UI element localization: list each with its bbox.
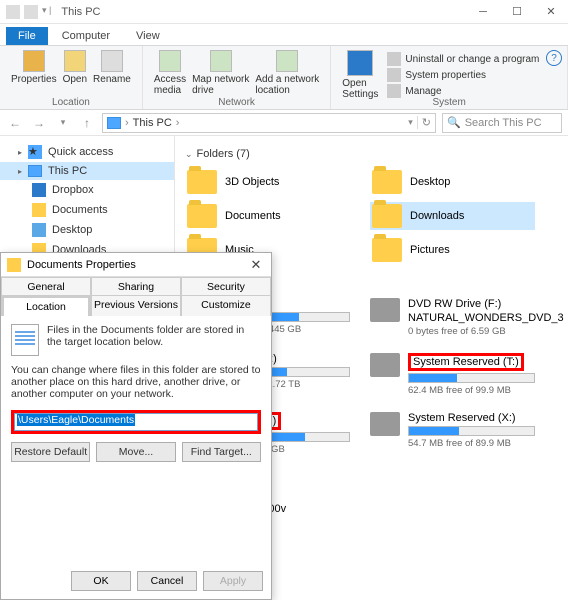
folder-item[interactable]: Documents bbox=[185, 202, 350, 230]
ok-button[interactable]: OK bbox=[71, 571, 131, 591]
sidebar-item-desktop[interactable]: Desktop bbox=[0, 220, 174, 240]
maximize-button[interactable]: ☐ bbox=[500, 0, 534, 24]
open-settings-button[interactable]: Open Settings bbox=[342, 50, 378, 100]
folder-item[interactable]: 3D Objects bbox=[185, 168, 350, 196]
refresh-icon[interactable]: ↻ bbox=[417, 116, 431, 129]
folder-item[interactable]: Pictures bbox=[370, 236, 535, 264]
ribbon-tabs: File Computer View bbox=[0, 24, 568, 46]
uninstall-button[interactable]: Uninstall or change a program bbox=[387, 52, 539, 66]
folder-label: Pictures bbox=[410, 244, 450, 256]
dialog-tab-customize[interactable]: Customize bbox=[181, 295, 271, 316]
folder-label: Documents bbox=[225, 210, 281, 222]
dialog-tab-security[interactable]: Security bbox=[181, 277, 271, 296]
apply-button[interactable]: Apply bbox=[203, 571, 263, 591]
ribbon: Properties Open Rename Location Access m… bbox=[0, 46, 568, 110]
folder-icon bbox=[372, 170, 402, 194]
tab-computer[interactable]: Computer bbox=[50, 27, 122, 45]
dialog-tab-location[interactable]: Location bbox=[1, 295, 91, 316]
dialog-close-button[interactable]: ✕ bbox=[247, 257, 265, 273]
location-path-input[interactable]: \Users\Eagle\Documents bbox=[14, 413, 258, 431]
add-location-button[interactable]: Add a network location bbox=[255, 50, 319, 96]
recent-button[interactable]: ▾ bbox=[54, 114, 72, 132]
folder-icon bbox=[7, 258, 21, 272]
rename-button[interactable]: Rename bbox=[93, 50, 131, 85]
drive-usage-bar bbox=[408, 426, 535, 436]
drive-freespace: 62.4 MB free of 99.9 MB bbox=[408, 385, 535, 396]
restore-default-button[interactable]: Restore Default bbox=[11, 442, 90, 462]
dialog-desc2: You can change where files in this folde… bbox=[11, 364, 261, 400]
drive-icon bbox=[370, 298, 400, 322]
sidebar-item-dropbox[interactable]: Dropbox bbox=[0, 180, 174, 200]
drive-icon bbox=[370, 412, 400, 436]
drive-freespace: 0 bytes free of 6.59 GB bbox=[408, 326, 564, 337]
properties-dialog: Documents Properties ✕ GeneralSharingSec… bbox=[0, 252, 272, 600]
folder-item[interactable]: Desktop bbox=[370, 168, 535, 196]
drive-icon bbox=[370, 353, 400, 377]
dialog-tab-sharing[interactable]: Sharing bbox=[91, 277, 181, 296]
drive-name: System Reserved (T:) bbox=[408, 353, 524, 371]
find-target-button[interactable]: Find Target... bbox=[182, 442, 261, 462]
sidebar-item-documents[interactable]: Documents bbox=[0, 200, 174, 220]
folder-label: Downloads bbox=[410, 210, 464, 222]
dialog-tab-general[interactable]: General bbox=[1, 277, 91, 296]
drive-item[interactable]: System Reserved (T:) 62.4 MB free of 99.9… bbox=[370, 353, 535, 396]
folder-icon bbox=[372, 238, 402, 262]
drive-usage-bar bbox=[408, 373, 535, 383]
sidebar-item-quick-access[interactable]: ▸★Quick access bbox=[0, 142, 174, 162]
folder-item[interactable]: Downloads bbox=[370, 202, 535, 230]
close-button[interactable]: ✕ bbox=[534, 0, 568, 24]
folder-label: Desktop bbox=[410, 176, 450, 188]
pc-icon bbox=[107, 117, 121, 129]
window-title: This PC bbox=[61, 6, 100, 18]
dialog-tab-previous-versions[interactable]: Previous Versions bbox=[91, 295, 181, 316]
move-button[interactable]: Move... bbox=[96, 442, 175, 462]
minimize-button[interactable]: ─ bbox=[466, 0, 500, 24]
up-button[interactable]: ↑ bbox=[78, 114, 96, 132]
drive-name: System Reserved (X:) bbox=[408, 412, 535, 424]
title-bar: ▾ | This PC ─ ☐ ✕ bbox=[0, 0, 568, 24]
search-icon: 🔍 bbox=[447, 116, 461, 129]
folder-icon bbox=[187, 204, 217, 228]
drive-item[interactable]: DVD RW Drive (F:)NATURAL_WONDERS_DVD_30 … bbox=[370, 298, 535, 337]
sidebar-item-this-pc[interactable]: ▸This PC bbox=[0, 162, 174, 180]
folder-label: 3D Objects bbox=[225, 176, 279, 188]
system-properties-button[interactable]: System properties bbox=[387, 68, 539, 82]
group-network: Network bbox=[143, 97, 330, 108]
open-button[interactable]: Open bbox=[63, 50, 87, 85]
breadcrumb[interactable]: › This PC › ▾ ↻ bbox=[102, 113, 436, 133]
back-button[interactable]: ← bbox=[6, 114, 24, 132]
drive-name: DVD RW Drive (F:) bbox=[408, 298, 564, 310]
map-drive-button[interactable]: Map network drive bbox=[192, 50, 249, 96]
app-icon bbox=[6, 5, 20, 19]
drive-freespace: 54.7 MB free of 89.9 MB bbox=[408, 438, 535, 449]
dialog-title: Documents Properties bbox=[27, 259, 136, 271]
tab-view[interactable]: View bbox=[124, 27, 172, 45]
address-bar: ← → ▾ ↑ › This PC › ▾ ↻ 🔍 Search This PC bbox=[0, 110, 568, 136]
forward-button[interactable]: → bbox=[30, 114, 48, 132]
folders-header[interactable]: ⌄Folders (7) bbox=[185, 148, 558, 160]
access-media-button[interactable]: Access media bbox=[154, 50, 186, 96]
drive-item[interactable]: System Reserved (X:) 54.7 MB free of 89.9… bbox=[370, 412, 535, 455]
group-system: System bbox=[331, 97, 567, 108]
folder-icon bbox=[372, 204, 402, 228]
document-icon bbox=[11, 324, 39, 356]
group-location: Location bbox=[0, 97, 142, 108]
search-input[interactable]: 🔍 Search This PC bbox=[442, 113, 562, 133]
cancel-button[interactable]: Cancel bbox=[137, 571, 197, 591]
manage-button[interactable]: Manage bbox=[387, 84, 539, 98]
tab-file[interactable]: File bbox=[6, 27, 48, 45]
folder-icon bbox=[187, 170, 217, 194]
qat-icon[interactable] bbox=[24, 5, 38, 19]
properties-button[interactable]: Properties bbox=[11, 50, 57, 85]
dialog-desc1: Files in the Documents folder are stored… bbox=[47, 324, 261, 356]
help-icon[interactable]: ? bbox=[546, 50, 562, 66]
